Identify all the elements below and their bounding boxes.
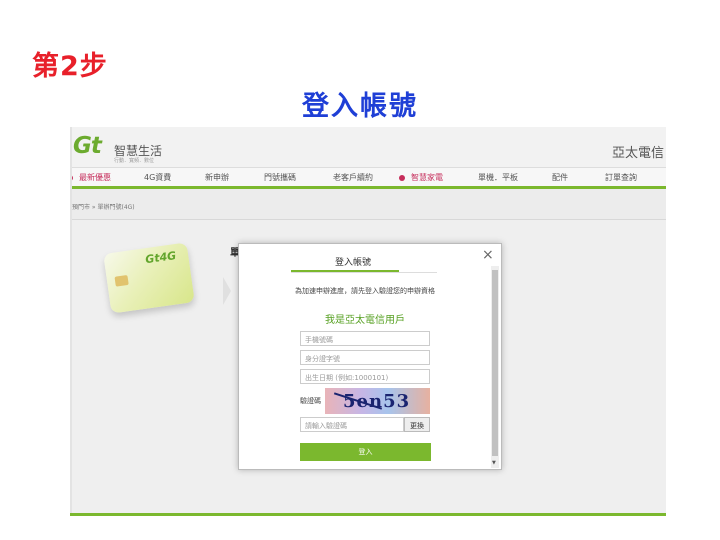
- modal-description: 為加速申辦進度，請先登入驗證您的申辦資格: [295, 287, 435, 295]
- nav-dot-icon: [399, 174, 405, 181]
- nav-item-smart-appliances[interactable]: 智慧家電: [399, 172, 443, 183]
- nav-item-accessories[interactable]: 配件: [552, 172, 568, 183]
- tab-login[interactable]: 登入帳號: [335, 255, 371, 268]
- nav-label: 智慧家電: [411, 173, 443, 182]
- brand-name: 亞太電信: [611, 146, 664, 161]
- scroll-thumb[interactable]: [492, 270, 498, 456]
- arrow-shape: [223, 277, 231, 305]
- nav-item-order-inquiry[interactable]: 訂單查詢: [605, 172, 637, 183]
- nav-item-latest-offers[interactable]: 最新優惠: [70, 172, 111, 183]
- tab-divider: [291, 272, 437, 273]
- refresh-captcha-button[interactable]: 更換: [404, 417, 430, 432]
- site-header: Gt 智慧生活 行動．寬頻．數位 亞太電信: [70, 127, 666, 167]
- modal-heading: 我是亞太電信用戶: [325, 315, 405, 326]
- scroll-down-icon[interactable]: ▼: [492, 460, 496, 466]
- slide-title: 登入帳號: [302, 91, 418, 122]
- phone-field[interactable]: 手機號碼: [300, 331, 430, 346]
- sim-card-image: Gt4G: [103, 242, 195, 314]
- sim-chip-icon: [114, 274, 129, 287]
- id-number-field[interactable]: 身分證字號: [300, 350, 430, 365]
- close-icon[interactable]: ×: [482, 248, 494, 262]
- nav-item-renewal[interactable]: 老客戶續約: [333, 172, 373, 183]
- sim-logo: Gt4G: [144, 249, 178, 267]
- logo-mark: Gt: [73, 133, 102, 159]
- step-title: 第2步: [32, 51, 108, 82]
- modal-scrollbar[interactable]: ▼: [491, 266, 499, 468]
- captcha-label: 驗證碼: [300, 397, 321, 405]
- nav-item-new-application[interactable]: 新申辦: [205, 172, 229, 183]
- nav-item-number-porting[interactable]: 門號攜碼: [264, 172, 296, 183]
- breadcrumb[interactable]: 預門市 » 單辦門號(4G): [72, 202, 135, 211]
- birth-date-field[interactable]: 出生日期 (例如:1000101): [300, 369, 430, 384]
- login-button[interactable]: 登入: [300, 443, 431, 461]
- nav-item-devices-tablets[interactable]: 單機．平板: [478, 172, 518, 183]
- left-edge: [70, 127, 72, 513]
- nav-item-4g-plans[interactable]: 4G資費: [144, 172, 171, 183]
- main-nav: 最新優惠 4G資費 新申辦 門號攜碼 老客戶續約 智慧家電 單機．平板 配件 訂…: [70, 167, 666, 189]
- captcha-input[interactable]: 請輸入驗證碼: [300, 417, 404, 432]
- captcha-image: 5en53: [325, 388, 430, 414]
- captcha-text: 5en53: [343, 391, 411, 412]
- gt-logo[interactable]: Gt 智慧生活 行動．寬頻．數位: [73, 133, 162, 164]
- login-modal: × 登入帳號 為加速申辦進度，請先登入驗證您的申辦資格 我是亞太電信用戶 手機號…: [238, 243, 502, 470]
- logo-tagline: 行動．寬頻．數位: [114, 158, 155, 164]
- nav-label: 最新優惠: [79, 173, 111, 182]
